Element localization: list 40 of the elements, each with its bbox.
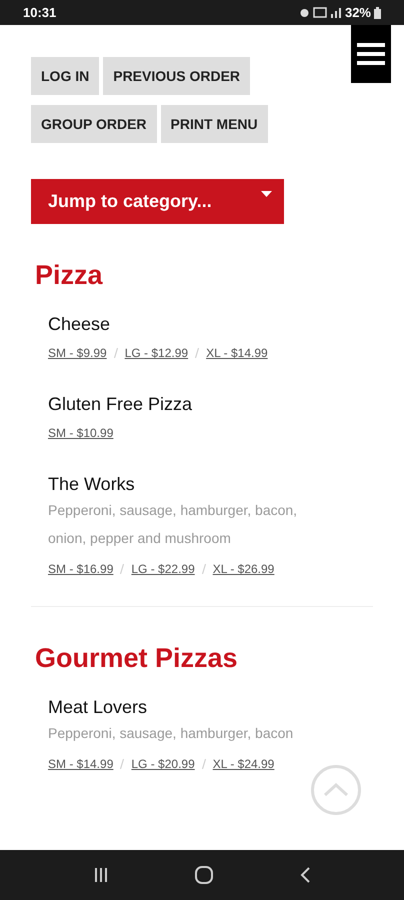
price-link[interactable]: LG - $22.99 — [131, 560, 195, 578]
signal-icon — [330, 7, 342, 18]
chevron-up-icon — [323, 783, 349, 797]
action-button[interactable]: LOG IN — [31, 57, 100, 95]
item-description: Pepperoni, sausage, hamburger, bacon — [48, 724, 294, 743]
item-name: Meat Lovers — [48, 696, 148, 719]
category-dropdown[interactable]: Jump to category... — [31, 179, 284, 224]
price-link[interactable]: XL - $26.99 — [212, 560, 274, 578]
menu-icon — [357, 43, 385, 65]
price-link[interactable]: XL - $14.99 — [206, 344, 268, 362]
section-heading: Gourmet Pizzas — [34, 642, 239, 675]
slash-separator-icon — [202, 564, 206, 574]
slash-separator-icon — [120, 759, 124, 769]
caret-icon — [261, 191, 272, 197]
price-link[interactable]: LG - $12.99 — [124, 344, 188, 362]
slash-separator-icon — [202, 759, 206, 769]
price-link[interactable]: SM - $14.99 — [48, 755, 114, 773]
back-icon[interactable] — [299, 866, 312, 884]
battery-percent: 32% — [344, 4, 371, 22]
action-button[interactable]: PREVIOUS ORDER — [103, 57, 250, 95]
action-button[interactable]: PRINT MENU — [160, 105, 268, 143]
item-name: Gluten Free Pizza — [48, 393, 194, 416]
menu-button[interactable] — [351, 25, 391, 83]
slash-separator-icon — [120, 564, 124, 574]
recent-apps-icon[interactable] — [92, 867, 109, 883]
section-heading: Pizza — [34, 259, 104, 292]
action-button[interactable]: GROUP ORDER — [31, 105, 157, 143]
item-description: Pepperoni, sausage, hamburger, bacon, onion, pepper and mushroom — [48, 501, 298, 548]
price-link[interactable]: SM - $16.99 — [48, 560, 114, 578]
price-link[interactable]: SM - $10.99 — [48, 424, 114, 442]
item-name: Cheese — [48, 313, 112, 336]
price-link[interactable]: LG - $20.99 — [131, 755, 195, 773]
item-name: The Works — [48, 473, 136, 496]
clock-time: 10:31 — [23, 4, 56, 22]
slash-separator-icon — [114, 348, 118, 358]
home-icon[interactable] — [194, 865, 214, 885]
price-link[interactable]: XL - $24.99 — [212, 755, 274, 773]
slash-separator-icon — [195, 348, 200, 358]
price-link[interactable]: SM - $9.99 — [48, 344, 107, 362]
battery-icon — [374, 6, 381, 18]
